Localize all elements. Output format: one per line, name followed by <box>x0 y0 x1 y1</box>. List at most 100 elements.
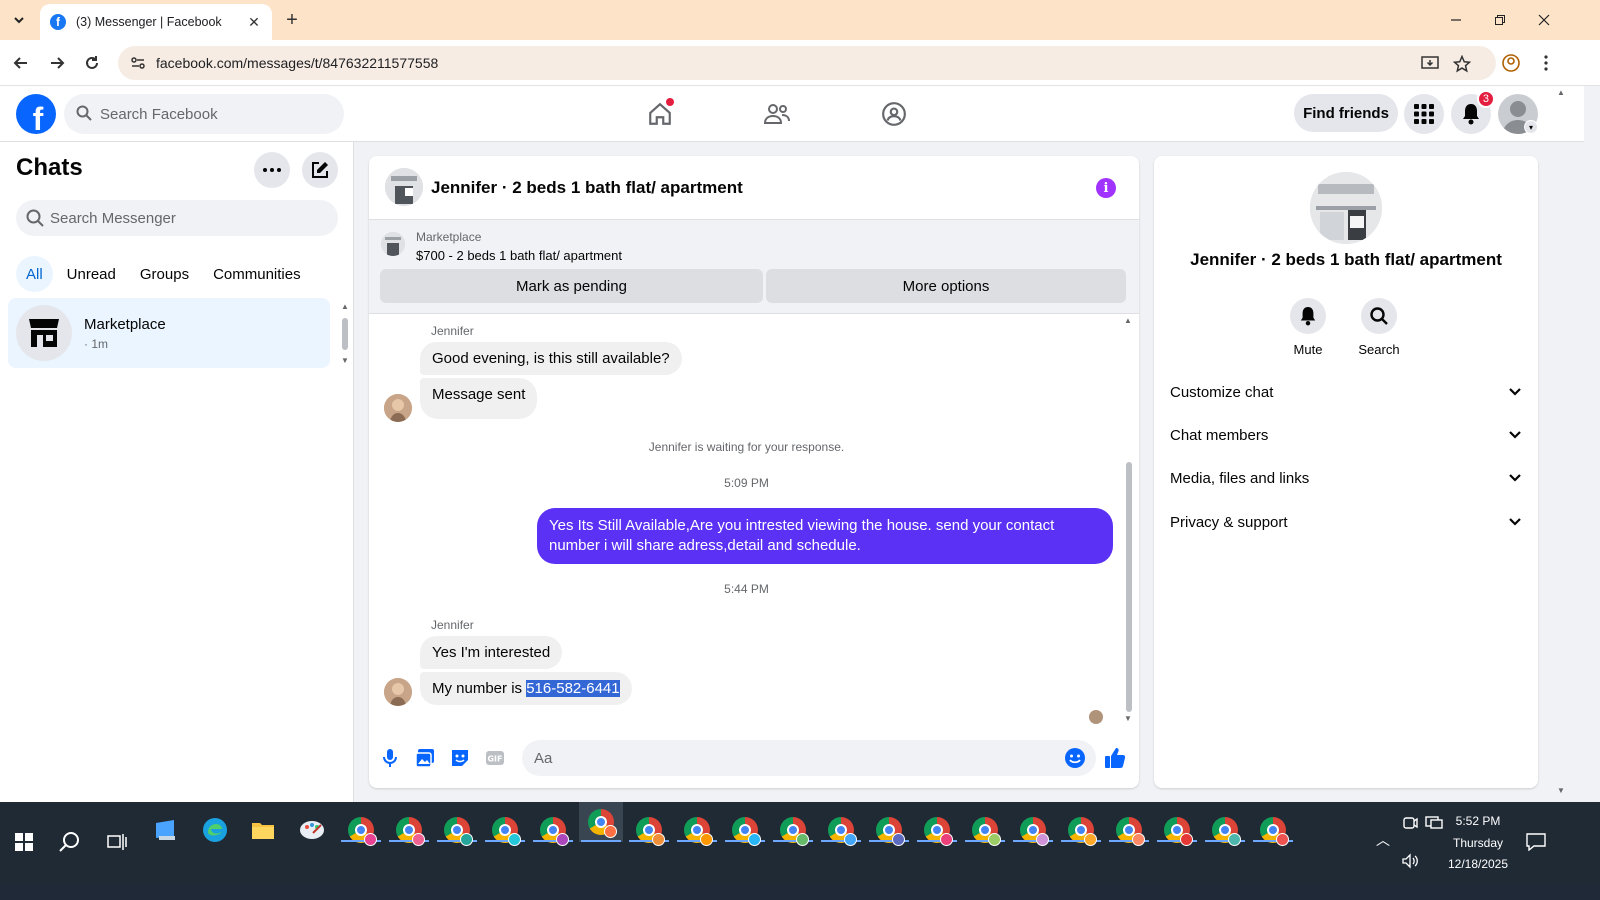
incoming-message[interactable]: Message sent <box>420 378 538 419</box>
action-center-button[interactable] <box>1524 830 1548 854</box>
tray-clock-time[interactable]: 5:52 PM <box>1440 814 1516 828</box>
facebook-logo-icon[interactable]: f <box>16 94 56 134</box>
find-friends-button[interactable]: Find friends <box>1294 94 1398 132</box>
scroll-down-arrow-icon[interactable]: ▼ <box>1124 714 1132 723</box>
mute-button[interactable] <box>1290 298 1326 334</box>
sender-avatar[interactable] <box>384 394 412 422</box>
scrollbar-thumb[interactable] <box>1126 462 1132 712</box>
search-action[interactable]: Search <box>1349 298 1409 357</box>
taskbar-search-button[interactable] <box>52 824 88 860</box>
chat-info-avatar[interactable] <box>1310 172 1382 244</box>
taskbar-chrome-window[interactable] <box>1159 812 1195 848</box>
taskbar-chrome-window[interactable] <box>579 802 623 842</box>
messenger-search-box[interactable] <box>16 200 338 236</box>
scrollbar-thumb[interactable] <box>342 318 348 350</box>
incoming-message-phone[interactable]: My number is 516-582-6441 <box>420 672 632 705</box>
new-tab-button[interactable]: + <box>280 8 304 32</box>
tray-clock-day[interactable]: Thursday <box>1440 836 1516 850</box>
tray-meet-now[interactable] <box>1399 812 1421 834</box>
messenger-search-input[interactable] <box>50 209 338 227</box>
chat-members-row[interactable]: Chat members <box>1170 415 1522 455</box>
forward-button[interactable] <box>44 50 70 76</box>
taskbar-chrome-window[interactable] <box>823 812 859 848</box>
scroll-up-arrow-icon[interactable]: ▲ <box>1124 316 1132 325</box>
sender-avatar[interactable] <box>384 678 412 706</box>
start-button[interactable] <box>6 824 42 860</box>
taskbar-chrome-window[interactable] <box>1063 812 1099 848</box>
taskbar-chrome-window[interactable] <box>727 812 763 848</box>
customize-chat-row[interactable]: Customize chat <box>1170 372 1522 412</box>
more-options-button[interactable]: More options <box>766 269 1126 303</box>
bookmark-star-icon[interactable] <box>1452 54 1472 74</box>
url-omnibox[interactable]: facebook.com/messages/t/847632211577558 <box>118 46 1496 80</box>
listing-description[interactable]: $700 - 2 beds 1 bath flat/ apartment <box>416 248 622 263</box>
incoming-message[interactable]: Good evening, is this still available? <box>420 342 682 375</box>
taskbar-chrome-window[interactable] <box>487 812 523 848</box>
filter-unread[interactable]: Unread <box>57 256 126 292</box>
media-files-links-row[interactable]: Media, files and links <box>1170 458 1522 498</box>
attach-photo-button[interactable] <box>413 746 437 770</box>
conversation-info-icon[interactable]: i <box>1096 178 1116 198</box>
menu-grid-button[interactable] <box>1404 94 1444 134</box>
install-app-icon[interactable] <box>1420 54 1440 74</box>
chat-list-item[interactable]: Marketplace · 1m <box>8 298 330 368</box>
tray-overflow-chevron-icon[interactable]: ︿ <box>1376 830 1390 850</box>
privacy-support-row[interactable]: Privacy & support <box>1170 502 1522 542</box>
selected-phone-number[interactable]: 516-582-6441 <box>526 680 620 697</box>
conversation-scrollbar[interactable]: ▲ ▼ <box>1123 316 1135 726</box>
incoming-message[interactable]: Yes I'm interested <box>420 636 563 669</box>
taskbar-chrome-window[interactable] <box>919 812 955 848</box>
taskbar-edge[interactable] <box>197 812 233 848</box>
taskbar-chrome-window[interactable] <box>679 812 715 848</box>
new-message-button[interactable] <box>302 152 338 188</box>
taskbar-chrome-window[interactable] <box>439 812 475 848</box>
message-input[interactable] <box>534 749 1056 767</box>
profile-button[interactable] <box>1498 50 1524 76</box>
voice-clip-button[interactable] <box>378 746 402 770</box>
browser-menu-button[interactable] <box>1533 50 1559 76</box>
filter-communities[interactable]: Communities <box>203 256 311 292</box>
scroll-down-arrow-icon[interactable]: ▼ <box>341 356 349 365</box>
sticker-button[interactable] <box>448 746 472 770</box>
tab-search-button[interactable] <box>6 8 32 32</box>
reload-button[interactable] <box>79 50 105 76</box>
chats-options-button[interactable] <box>254 152 290 188</box>
listing-thumbnail[interactable] <box>381 232 405 256</box>
taskbar-chrome-window[interactable] <box>343 812 379 848</box>
mark-as-pending-button[interactable]: Mark as pending <box>380 269 763 303</box>
conversation-title[interactable]: Jennifer · 2 beds 1 bath flat/ apartment <box>431 178 743 198</box>
tray-clock-date[interactable]: 12/18/2025 <box>1440 857 1516 871</box>
filter-all[interactable]: All <box>16 256 53 292</box>
taskbar-paint[interactable] <box>294 812 330 848</box>
taskbar-chrome-window[interactable] <box>391 812 427 848</box>
taskbar-chrome-window[interactable] <box>631 812 667 848</box>
nav-groups-button[interactable] <box>874 94 914 134</box>
scroll-down-arrow-icon[interactable]: ▼ <box>1557 786 1565 795</box>
account-menu-chevron-icon[interactable]: ▾ <box>1524 120 1538 134</box>
taskbar-app-pinned-1[interactable] <box>148 812 184 848</box>
taskbar-chrome-window[interactable] <box>871 812 907 848</box>
emoji-icon[interactable] <box>1064 747 1086 769</box>
back-button[interactable] <box>8 50 34 76</box>
task-view-button[interactable] <box>99 824 135 860</box>
facebook-search-input[interactable] <box>100 105 344 123</box>
gif-button[interactable]: GIF <box>483 746 507 770</box>
restore-button[interactable] <box>1478 6 1522 34</box>
browser-tab-messenger[interactable]: f (3) Messenger | Facebook ✕ <box>40 4 272 40</box>
minimize-button[interactable] <box>1434 6 1478 34</box>
scroll-up-arrow-icon[interactable]: ▲ <box>341 302 349 311</box>
taskbar-chrome-window[interactable] <box>1207 812 1243 848</box>
chat-list-scrollbar[interactable]: ▲ ▼ <box>340 302 350 368</box>
taskbar-chrome-window[interactable] <box>967 812 1003 848</box>
taskbar-chrome-window[interactable] <box>1111 812 1147 848</box>
outgoing-message[interactable]: Yes Its Still Available,Are you intreste… <box>537 508 1113 564</box>
scroll-up-arrow-icon[interactable]: ▲ <box>1557 88 1565 97</box>
close-window-button[interactable] <box>1522 6 1566 34</box>
nav-home-button[interactable] <box>640 94 680 134</box>
notifications-button[interactable]: 3 <box>1451 90 1495 134</box>
page-scrollbar[interactable]: ▲ ▼ <box>1556 86 1568 802</box>
filter-groups[interactable]: Groups <box>130 256 199 292</box>
taskbar-file-explorer[interactable] <box>245 812 281 848</box>
conversation-avatar[interactable] <box>385 168 423 206</box>
send-like-button[interactable] <box>1103 746 1127 770</box>
